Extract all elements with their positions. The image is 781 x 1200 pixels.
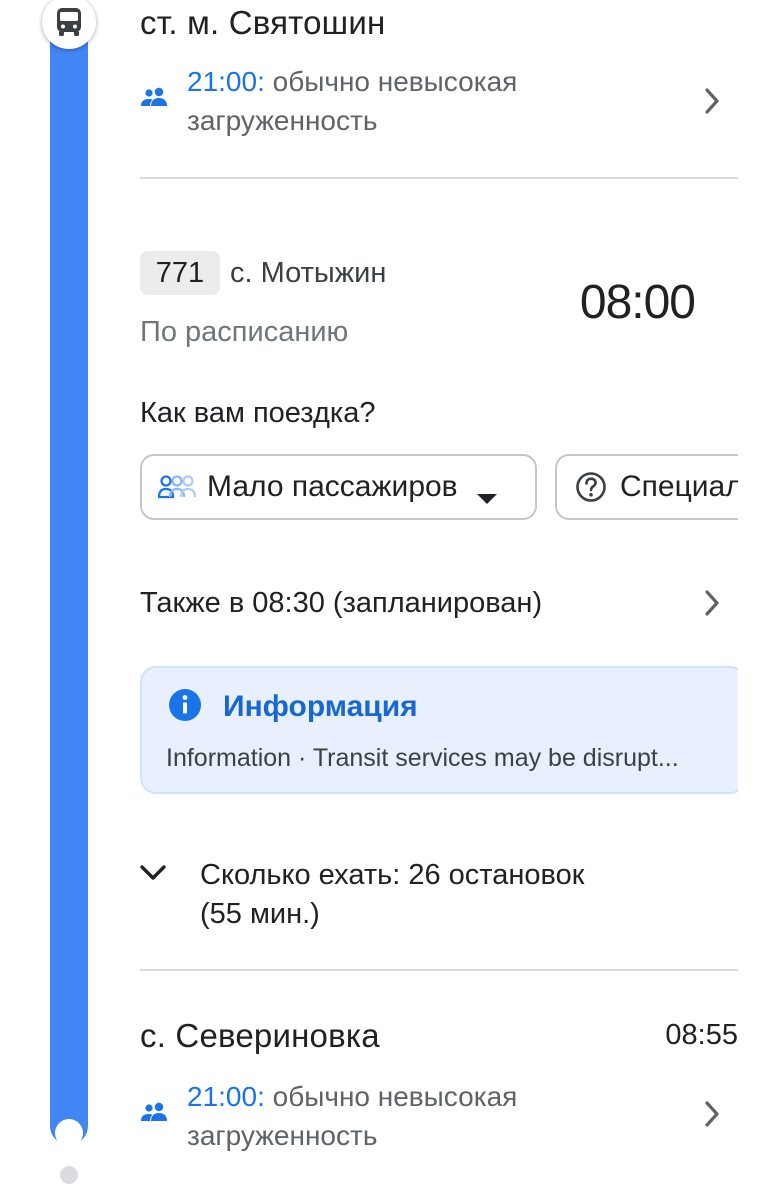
people-icon xyxy=(140,86,170,110)
departure-time: 08:00 xyxy=(579,276,696,329)
destination-crowd-row[interactable]: 21:00: обычно невысокая загруженность xyxy=(140,1077,738,1155)
help-circle-icon xyxy=(575,471,607,503)
info-icon xyxy=(168,688,202,727)
also-prefix: Также в xyxy=(140,587,253,619)
destination-crowd-time: 21:00: xyxy=(187,1081,265,1112)
also-time: 08:30 xyxy=(252,587,325,619)
also-suffix: (запланирован) xyxy=(324,587,543,619)
chevron-right-icon[interactable] xyxy=(702,588,724,623)
info-body: Information · Transit services may be di… xyxy=(166,744,679,772)
route-number-badge: 771 xyxy=(140,251,220,295)
feedback-question: Как вам поездка? xyxy=(140,397,376,429)
people-icon xyxy=(140,1101,170,1125)
origin-crowd-row[interactable]: 21:00: обычно невысокая загруженность xyxy=(140,62,738,140)
divider xyxy=(140,177,738,179)
ride-duration[interactable]: Сколько ехать: 26 остановок (55 мин.) xyxy=(200,856,584,934)
crowd-feedback-label: Мало пассажиров xyxy=(207,470,458,503)
chevron-right-icon[interactable] xyxy=(702,1099,724,1134)
crowd-level-icon xyxy=(157,474,197,500)
special-feedback-chip[interactable]: Специал xyxy=(555,454,738,520)
chevron-right-icon[interactable] xyxy=(702,86,724,121)
origin-stop-name[interactable]: ст. м. Святошин xyxy=(140,4,385,42)
ride-stops: Сколько ехать: 26 остановок xyxy=(200,859,585,891)
crowd-feedback-chip[interactable]: Мало пассажиров xyxy=(140,454,537,520)
caret-down-icon xyxy=(476,480,498,504)
also-departure-row[interactable]: Также в 08:30 (запланирован) xyxy=(140,587,542,620)
divider xyxy=(140,969,738,971)
route-destination: с. Мотыжин xyxy=(230,257,387,289)
special-feedback-label: Специал xyxy=(620,470,738,503)
origin-crowd-time: 21:00: xyxy=(187,66,265,97)
info-card[interactable]: Информация Information · Transit service… xyxy=(140,666,738,794)
info-title: Информация xyxy=(223,690,418,723)
schedule-status: По расписанию xyxy=(140,316,349,348)
destination-stop-name[interactable]: с. Севериновка xyxy=(140,1017,380,1055)
ride-minutes: (55 мин.) xyxy=(200,898,320,930)
arrival-time: 08:55 xyxy=(665,1019,738,1051)
chevron-down-icon[interactable] xyxy=(139,862,167,889)
